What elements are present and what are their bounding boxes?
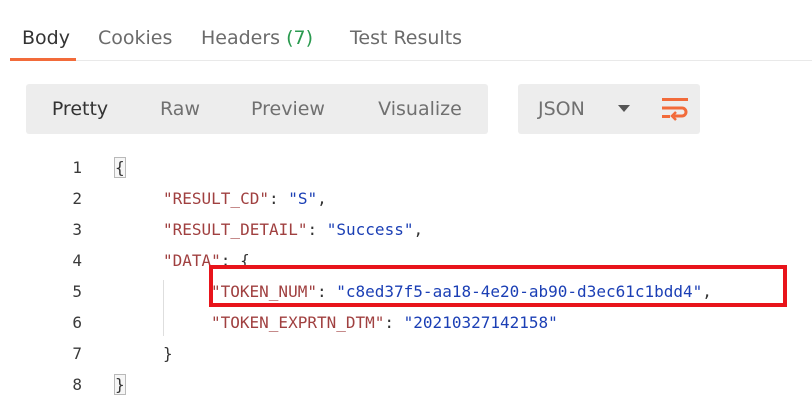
indent-guide — [163, 280, 164, 336]
response-body-editor[interactable]: 1 2 3 4 5 6 7 8 { "RESULT_CD": "S", "RES… — [0, 150, 812, 398]
colon: : — [384, 313, 404, 332]
data-close-brace: } — [163, 344, 173, 363]
json-key: "TOKEN_NUM" — [211, 282, 317, 301]
code-line-2: "RESULT_CD": "S", — [163, 189, 327, 208]
tab-test-results[interactable]: Test Results — [350, 27, 462, 49]
data-open-brace: : { — [220, 251, 250, 270]
view-visualize-button[interactable]: Visualize — [370, 84, 470, 134]
line-number: 3 — [72, 220, 82, 239]
json-key: "DATA" — [163, 251, 221, 270]
view-raw-button[interactable]: Raw — [148, 84, 212, 134]
format-select-value: JSON — [538, 98, 585, 120]
line-number: 7 — [72, 344, 82, 363]
line-number: 2 — [72, 189, 82, 208]
json-key: "TOKEN_EXPRTN_DTM" — [211, 313, 385, 332]
response-tabs: Body Cookies Headers (7) Test Results — [0, 0, 812, 62]
tab-headers-label: Headers — [201, 27, 287, 49]
json-value: "Success" — [326, 220, 414, 239]
comma: , — [702, 282, 712, 301]
token-value: "c8ed37f5-aa18-4e20-ab90-d3ec61c1bdd4" — [336, 282, 703, 301]
json-key: "RESULT_DETAIL" — [163, 220, 308, 239]
line-number: 4 — [72, 251, 82, 270]
line-number: 6 — [72, 313, 82, 332]
line-number: 5 — [72, 282, 82, 301]
active-tab-indicator — [10, 58, 76, 61]
code-line-1: { — [114, 157, 126, 178]
tabs-divider — [10, 60, 812, 61]
json-value: "20210327142158" — [403, 313, 558, 332]
line-number: 1 — [72, 158, 82, 177]
view-preview-button[interactable]: Preview — [244, 84, 332, 134]
json-value: "S" — [288, 189, 318, 208]
colon: : — [268, 189, 289, 208]
format-select[interactable]: JSON — [518, 84, 658, 134]
json-key: "RESULT_CD" — [163, 189, 269, 208]
chevron-down-icon — [618, 105, 630, 112]
tab-headers[interactable]: Headers (7) — [201, 27, 313, 49]
colon: : — [307, 220, 327, 239]
open-brace: { — [114, 157, 126, 178]
code-line-8: } — [114, 374, 126, 395]
close-brace: } — [114, 374, 126, 395]
tab-cookies[interactable]: Cookies — [98, 27, 172, 49]
colon: : — [316, 282, 337, 301]
wrap-lines-button[interactable] — [650, 84, 700, 134]
view-mode-group: Pretty Raw Preview Visualize — [26, 84, 488, 134]
code-line-6: "TOKEN_EXPRTN_DTM": "20210327142158" — [211, 313, 558, 332]
code-line-5: "TOKEN_NUM": "c8ed37f5-aa18-4e20-ab90-d3… — [211, 282, 712, 301]
wrap-lines-icon — [662, 98, 688, 121]
view-pretty-button[interactable]: Pretty — [26, 84, 134, 134]
comma: , — [317, 189, 327, 208]
line-number: 8 — [72, 375, 82, 394]
tab-body[interactable]: Body — [22, 27, 70, 49]
headers-count: (7) — [286, 27, 314, 49]
code-line-7: } — [163, 344, 173, 363]
comma: , — [413, 220, 424, 239]
code-line-3: "RESULT_DETAIL": "Success", — [163, 220, 423, 239]
code-line-4: "DATA": { — [163, 251, 250, 270]
